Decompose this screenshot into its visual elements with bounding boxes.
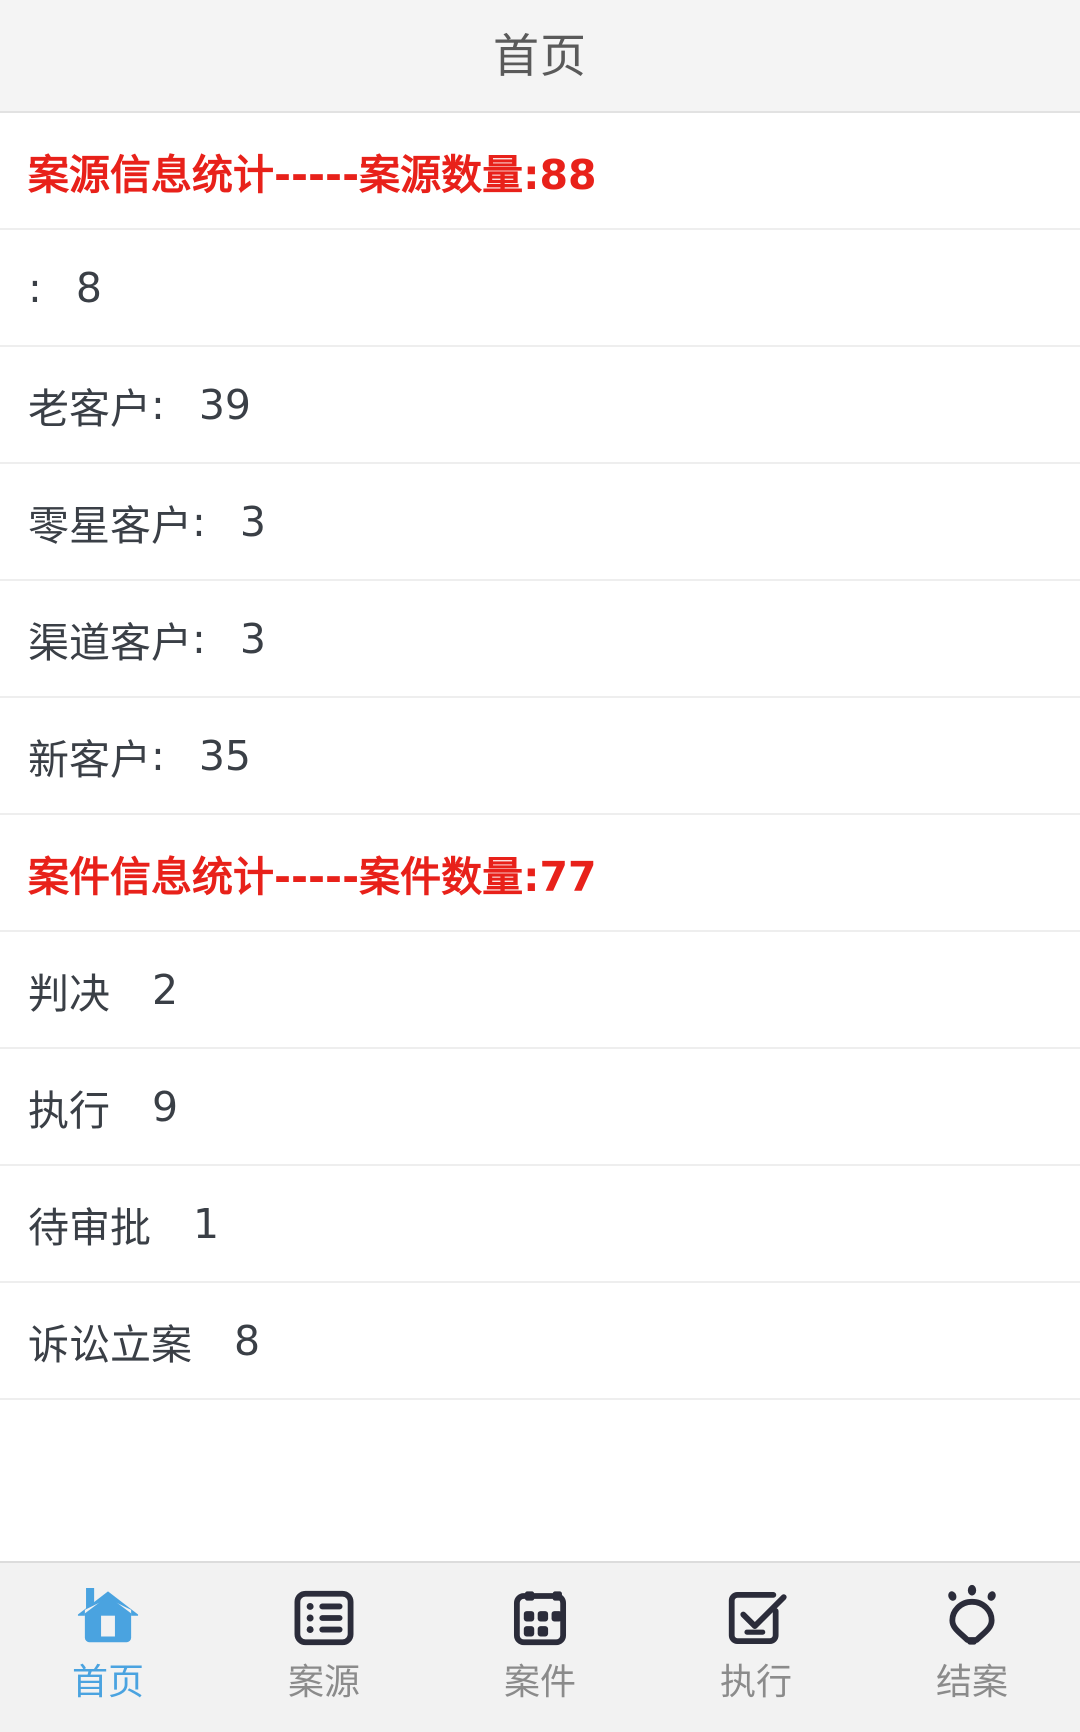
row-separator: :: [192, 497, 206, 546]
tab-label: 结案: [935, 1662, 1008, 1703]
row-value: 8: [75, 263, 102, 312]
tab-list[interactable]: 案源: [221, 1581, 427, 1721]
case-info-statistics-header[interactable]: 案件信息统计-----案件数量:77: [0, 815, 1080, 932]
row-separator: :: [151, 380, 165, 429]
tab-label: 案源: [287, 1662, 360, 1703]
row-litigation-filing[interactable]: 诉讼立案 8: [0, 1283, 1080, 1400]
title-bar: 首页: [0, 0, 1080, 113]
tab-label: 执行: [719, 1662, 792, 1703]
row-value: 9: [152, 1082, 179, 1131]
row-separator: :: [192, 614, 206, 663]
row-channel-customer[interactable]: 渠道客户:3: [0, 581, 1080, 698]
statistics-list[interactable]: 案源信息统计-----案源数量:88:8 老客户:39 零星客户:3 渠道客户:3 新客…: [0, 113, 1080, 1527]
tab-lightbulb[interactable]: 结案: [869, 1581, 1075, 1721]
row-label: 判决: [28, 969, 110, 1018]
row-value: 35: [198, 731, 251, 780]
page-title: 首页: [493, 28, 587, 83]
tab-label: 首页: [71, 1662, 144, 1703]
row-value: 3: [239, 497, 266, 546]
calendar-icon[interactable]: [503, 1581, 577, 1655]
row-pending-approval[interactable]: 待审批 1: [0, 1166, 1080, 1283]
tab-calendar[interactable]: 案件: [437, 1581, 643, 1721]
row-value: 1: [193, 1199, 220, 1248]
row-value: 8: [234, 1316, 261, 1365]
row-execution[interactable]: 执行 9: [0, 1049, 1080, 1166]
tab-check-box[interactable]: 执行: [653, 1581, 859, 1721]
section-header-label: 案源信息统计-----案源数量:88: [28, 150, 597, 199]
row-old-customer[interactable]: 老客户:39: [0, 347, 1080, 464]
row-label: 新客户: [28, 735, 151, 784]
tab-label: 案件: [503, 1662, 576, 1703]
list-icon[interactable]: [287, 1581, 361, 1655]
section-header-label: 案件信息统计-----案件数量:77: [28, 852, 597, 901]
row-sporadic-customer[interactable]: 零星客户:3: [0, 464, 1080, 581]
row-judgment[interactable]: 判决 2: [0, 932, 1080, 1049]
row-label: 执行: [28, 1086, 110, 1135]
row-value: 2: [152, 965, 179, 1014]
check-box-icon[interactable]: [719, 1581, 793, 1655]
lightbulb-icon[interactable]: [935, 1581, 1009, 1655]
row-label: 渠道客户: [28, 618, 192, 667]
row-new-customer[interactable]: 新客户:35: [0, 698, 1080, 815]
bottom-tab-bar: 首页 案源 案件 执行 结案: [0, 1561, 1080, 1732]
app-screen: 首页 案源信息统计-----案源数量:88:8 老客户:39 零星客户:3 渠道客户:…: [0, 0, 1080, 1732]
row-separator: :: [28, 263, 42, 312]
row-label: 诉讼立案: [28, 1320, 192, 1369]
row-blank-customer[interactable]: :8: [0, 230, 1080, 347]
tab-home[interactable]: 首页: [5, 1581, 211, 1721]
list-bottom-spacer: [0, 1527, 1080, 1561]
row-label: 零星客户: [28, 501, 192, 550]
row-value: 39: [198, 380, 251, 429]
row-separator: :: [151, 731, 165, 780]
case-source-statistics-header[interactable]: 案源信息统计-----案源数量:88: [0, 113, 1080, 230]
row-label: 待审批: [28, 1203, 151, 1252]
row-label: 老客户: [28, 384, 151, 433]
row-value: 3: [239, 614, 266, 663]
home-icon[interactable]: [71, 1581, 145, 1655]
